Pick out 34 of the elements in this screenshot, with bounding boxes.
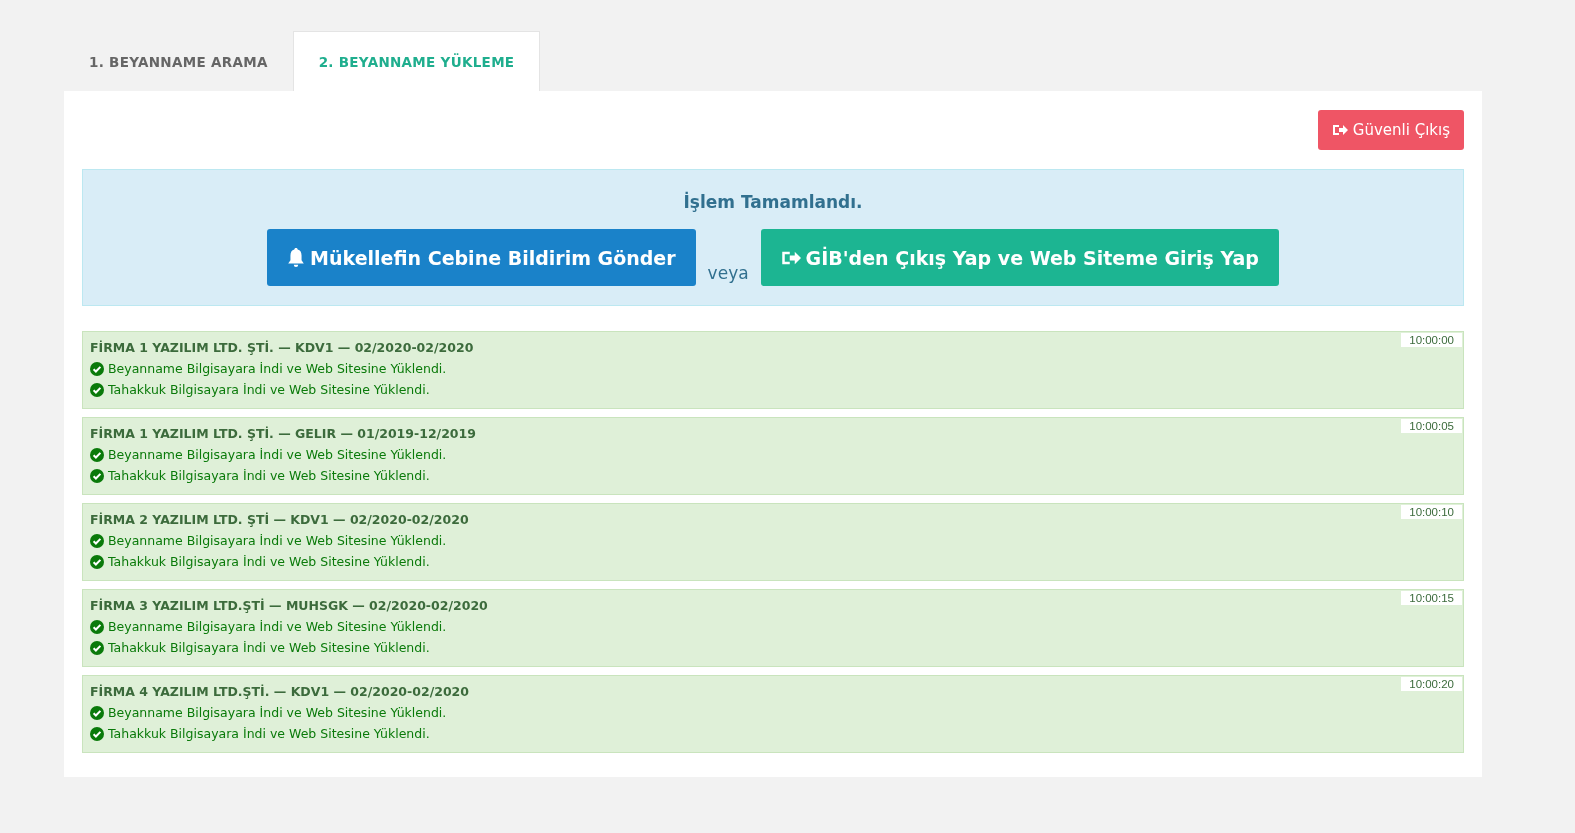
alert-message: İşlem Tamamlandı. (682, 192, 864, 212)
check-circle-icon (90, 640, 104, 655)
result-message: Tahakkuk Bilgisayara İndi ve Web Sitesine Yüklendi. (108, 640, 430, 655)
notify-button[interactable]: Mükellefin Cebine Bildirim Gönder (267, 229, 696, 286)
check-circle-icon (90, 468, 104, 483)
check-circle-icon (90, 554, 104, 569)
result-message: Beyanname Bilgisayara İndi ve Web Sitesine Yüklendi. (108, 533, 447, 548)
check-circle-icon (90, 619, 104, 634)
timestamp: 10:00:05 (1401, 419, 1462, 433)
separator-text: veya (707, 263, 749, 285)
exit-button[interactable]: GİB'den Çıkış Yap ve Web Siteme Giriş Yap (760, 229, 1279, 286)
result-message: Beyanname Bilgisayara İndi ve Web Sitesine Yüklendi. (108, 447, 447, 462)
timestamp: 10:00:10 (1401, 505, 1462, 519)
result-message: Tahakkuk Bilgisayara İndi ve Web Sitesine Yüklendi. (108, 382, 430, 397)
check-circle-icon (90, 447, 104, 462)
timestamp: 10:00:00 (1401, 333, 1462, 347)
logout-button[interactable]: Güvenli Çıkış (1317, 110, 1464, 150)
timestamp: 10:00:20 (1401, 677, 1462, 691)
check-circle-icon (90, 705, 104, 720)
timestamp: 10:00:15 (1401, 591, 1462, 605)
check-circle-icon (90, 382, 104, 397)
result-message: Beyanname Bilgisayara İndi ve Web Sitesine Yüklendi. (108, 361, 447, 376)
tab[interactable]: 1. BEYANNAME ARAMA (64, 31, 293, 91)
check-circle-icon (90, 361, 104, 376)
check-circle-icon (90, 726, 104, 741)
sign-out-icon (1331, 123, 1348, 137)
result-message: Tahakkuk Bilgisayara İndi ve Web Sitesine Yüklendi. (108, 554, 430, 569)
result-message: Beyanname Bilgisayara İndi ve Web Sitesine Yüklendi. (108, 705, 447, 720)
tab[interactable]: 2. BEYANNAME YÜKLEME (292, 31, 541, 91)
result-message: Beyanname Bilgisayara İndi ve Web Sitesine Yüklendi. (108, 619, 447, 634)
bell-icon (287, 247, 306, 268)
result-message: Tahakkuk Bilgisayara İndi ve Web Sitesine Yüklendi. (108, 468, 430, 483)
check-circle-icon (90, 533, 104, 548)
result-message: Tahakkuk Bilgisayara İndi ve Web Sitesine Yüklendi. (108, 726, 430, 741)
